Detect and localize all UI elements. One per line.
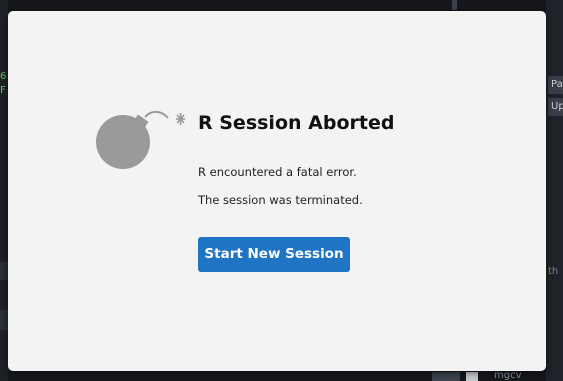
right-panel-edge <box>546 0 563 381</box>
update-button[interactable]: Up <box>548 98 563 116</box>
termination-message: The session was terminated. <box>198 193 363 207</box>
left-panel-block <box>0 310 8 330</box>
package-name: mgcv <box>494 370 522 381</box>
packages-tab[interactable]: Pa <box>548 76 563 94</box>
left-panel-block <box>0 262 8 280</box>
dialog-title: R Session Aborted <box>198 112 395 134</box>
package-checkbox[interactable] <box>466 372 478 381</box>
right-panel-text: th <box>548 266 559 277</box>
session-aborted-dialog: R Session Aborted R encountered a fatal … <box>8 11 546 371</box>
error-message: R encountered a fatal error. <box>198 165 357 179</box>
bottom-control <box>432 372 460 381</box>
console-fragment: 6 F <box>0 71 7 96</box>
bomb-icon <box>96 110 185 169</box>
scrollbar[interactable] <box>452 0 457 10</box>
start-new-session-button[interactable]: Start New Session <box>198 237 350 272</box>
